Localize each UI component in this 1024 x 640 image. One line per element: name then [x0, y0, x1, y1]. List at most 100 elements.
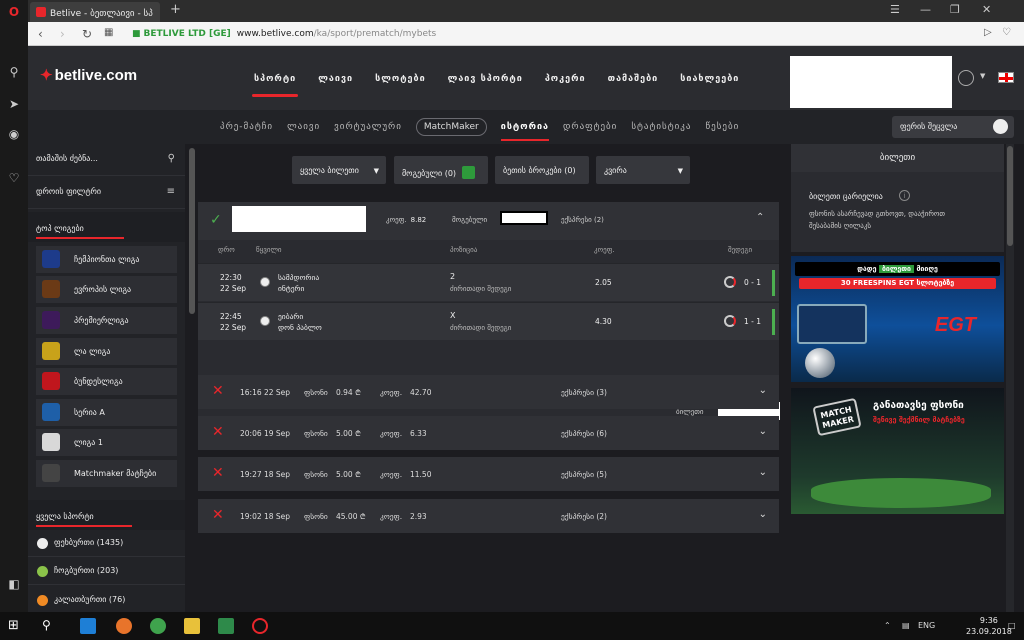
matchmaker-logo-icon [42, 464, 60, 482]
search-icon[interactable]: ⚲ [6, 64, 22, 80]
all-tickets-dropdown[interactable]: ყველა ბილეთი ▼ [292, 156, 386, 184]
ligue-1-logo-icon [42, 433, 60, 451]
league-item[interactable]: პრემიერლიგა [36, 307, 177, 334]
tab-statistics[interactable]: სტატისტიკა [631, 122, 691, 132]
sidebar-scrollbar[interactable] [189, 148, 195, 314]
slot-machine-image [797, 304, 867, 344]
league-item[interactable]: ევროპის ლიგა [36, 276, 177, 303]
expanded-bet-header[interactable]: ✓ კოეფ. 8.82 მოგებული ექსპრესი (2) ⌃ [198, 202, 779, 240]
filter-icon[interactable]: ☰ [890, 3, 900, 16]
firefox-icon[interactable] [116, 618, 132, 634]
league-item[interactable]: ლა ლიგა [36, 338, 177, 365]
league-item[interactable]: ბუნდესლიგა [36, 368, 177, 395]
app-icon[interactable] [218, 618, 234, 634]
lost-x-icon: ✕ [212, 424, 224, 440]
opera-sidebar: O ⚲ ➤ ◉ ♡ ◧ [0, 0, 28, 612]
main-nav-item-news[interactable]: სიახლეები [680, 74, 739, 84]
georgia-flag-icon[interactable] [998, 72, 1014, 83]
search-icon[interactable]: ⚲ [42, 618, 58, 634]
send-icon[interactable]: ➤ [6, 96, 22, 112]
search-icon: ⚲ [167, 153, 175, 164]
egt-freespins-banner[interactable]: დადე ბილეთი მიიღე 30 FREESPINS EGT სლოტე… [791, 256, 1004, 382]
bet-row[interactable]: ✕ 19:27 18 Sep ფსონი 5.00 ₾ კოეფ. 11.50 … [198, 457, 779, 491]
tab-matchmaker[interactable]: MatchMaker [415, 118, 487, 136]
selection-row[interactable]: 22:45 22 Sep ეიბარი დონ პაბლო Xძირითადი შე… [198, 302, 779, 340]
main-nav-item-poker[interactable]: პოკერი [545, 74, 586, 84]
send-page-icon[interactable]: ▷ [984, 27, 992, 38]
time-filter[interactable]: დროის ფილტრი ≡ [28, 177, 185, 209]
main-nav-item-live-sport[interactable]: ლაივ სპორტი [448, 74, 523, 84]
panel-icon[interactable]: ◧ [6, 576, 22, 592]
chevron-down-icon[interactable]: ⌄ [759, 385, 767, 396]
chevron-down-icon[interactable]: ⌄ [759, 509, 767, 520]
minimize-button[interactable]: — [920, 3, 931, 16]
sport-item[interactable]: ჩოგბურთი (203) [28, 558, 185, 585]
bet-row[interactable]: ✕ 16:16 22 Sep ფსონი 0.94 ₾ კოეფ. 42.70 … [198, 375, 779, 409]
chrome-icon[interactable] [150, 618, 166, 634]
sport-item[interactable]: კალათბურთი (76) [28, 587, 185, 614]
notifications-icon[interactable]: □ [1008, 621, 1016, 630]
folder-icon[interactable] [184, 618, 200, 634]
camera-icon[interactable]: ◉ [6, 126, 22, 142]
tab-rules[interactable]: წესები [705, 122, 739, 132]
sport-item[interactable]: ფეხბურთი (1435) [28, 530, 185, 557]
tray-arrow-icon[interactable]: ⌃ [884, 621, 891, 630]
champions-league-logo-icon [42, 250, 60, 268]
close-window-button[interactable]: ✕ [982, 3, 991, 16]
bet-broken-filter-button[interactable]: ბეთის ბროკები (0) [495, 156, 589, 184]
league-item[interactable]: სერია A [36, 399, 177, 426]
main-nav-item-slots[interactable]: სლოტები [375, 74, 426, 84]
caret-down-icon: ▼ [677, 167, 683, 175]
lock-icon: ■ [132, 29, 141, 39]
new-tab-button[interactable]: + [170, 2, 181, 17]
edge-icon[interactable] [80, 618, 96, 634]
main-nav-item-games[interactable]: თამაშები [608, 74, 659, 84]
redacted-box [500, 211, 548, 225]
match-status-icon [724, 276, 736, 288]
user-avatar-icon[interactable] [958, 70, 974, 86]
browser-tab[interactable]: Betlive - ბეთლაივი - სპ [30, 2, 160, 22]
info-icon[interactable]: i [899, 190, 910, 201]
league-item[interactable]: ლიგა 1 [36, 429, 177, 456]
tab-live[interactable]: ლაივი [287, 122, 320, 132]
back-icon[interactable]: ‹ [38, 27, 43, 41]
bet-row[interactable]: ✕ 20:06 19 Sep ფსონი 5.00 ₾ კოეფ. 6.33 ე… [198, 416, 779, 450]
main-nav-item-sport[interactable]: სპორტი [251, 74, 299, 97]
bookmark-heart-icon[interactable]: ♡ [1002, 27, 1011, 38]
money-icon [462, 166, 476, 179]
tab-prematch[interactable]: პრე-მატჩი [220, 122, 273, 132]
forward-icon[interactable]: › [60, 27, 65, 41]
theme-switch-button[interactable]: ფერის შეცვლა [892, 116, 1014, 138]
win-indicator [772, 270, 775, 296]
network-icon[interactable]: ▤ [902, 621, 910, 630]
game-search[interactable]: თამაშის ძებნა... ⚲ [28, 144, 185, 176]
clock[interactable]: 9:36 23.09.2018 [966, 615, 1012, 637]
heart-icon[interactable]: ♡ [6, 170, 22, 186]
tab-virtual[interactable]: ვირტუალური [334, 122, 402, 132]
restore-button[interactable]: ❐ [950, 3, 960, 16]
tab-drafts[interactable]: დრაფტები [563, 122, 617, 132]
matchmaker-banner[interactable]: MATCH MAKER განათავსე ფსონი შენივე შექმნ… [791, 388, 1004, 514]
caret-down-icon[interactable]: ▼ [980, 72, 985, 80]
league-item[interactable]: ჩემპიონთა ლიგა [36, 246, 177, 273]
period-dropdown[interactable]: კვირა ▼ [596, 156, 690, 184]
betslip-title: ბილეთი [791, 144, 1004, 172]
redacted-box [232, 206, 366, 232]
tab-history[interactable]: ისტორია [500, 122, 550, 141]
speed-dial-icon[interactable]: ▦ [104, 27, 113, 38]
league-item[interactable]: Matchmaker მატჩები [36, 460, 177, 487]
chevron-down-icon[interactable]: ⌄ [759, 426, 767, 437]
main-nav-item-live[interactable]: ლაივი [318, 74, 353, 84]
windows-start-icon[interactable]: ⊞ [8, 618, 24, 634]
opera-logo-icon[interactable]: O [6, 4, 22, 20]
bet-row[interactable]: ✕ 19:02 18 Sep ფსონი 45.00 ₾ კოეფ. 2.93 … [198, 499, 779, 533]
site-logo[interactable]: ✦ betlive.com [40, 66, 137, 84]
chevron-down-icon[interactable]: ⌄ [759, 467, 767, 478]
page-scrollbar[interactable] [1006, 144, 1014, 612]
won-filter-button[interactable]: მოგებული (0) [394, 156, 488, 184]
url-field[interactable]: ■ BETLIVE LTD [GE] www.betlive.com/ka/spor… [128, 25, 928, 43]
reload-icon[interactable]: ↻ [82, 27, 92, 41]
chevron-up-icon[interactable]: ⌃ [756, 212, 764, 223]
selection-row[interactable]: 22:30 22 Sep სამპდორია ინტერი 2 ძირითადი შე… [198, 263, 779, 301]
opera-icon[interactable] [252, 618, 268, 634]
